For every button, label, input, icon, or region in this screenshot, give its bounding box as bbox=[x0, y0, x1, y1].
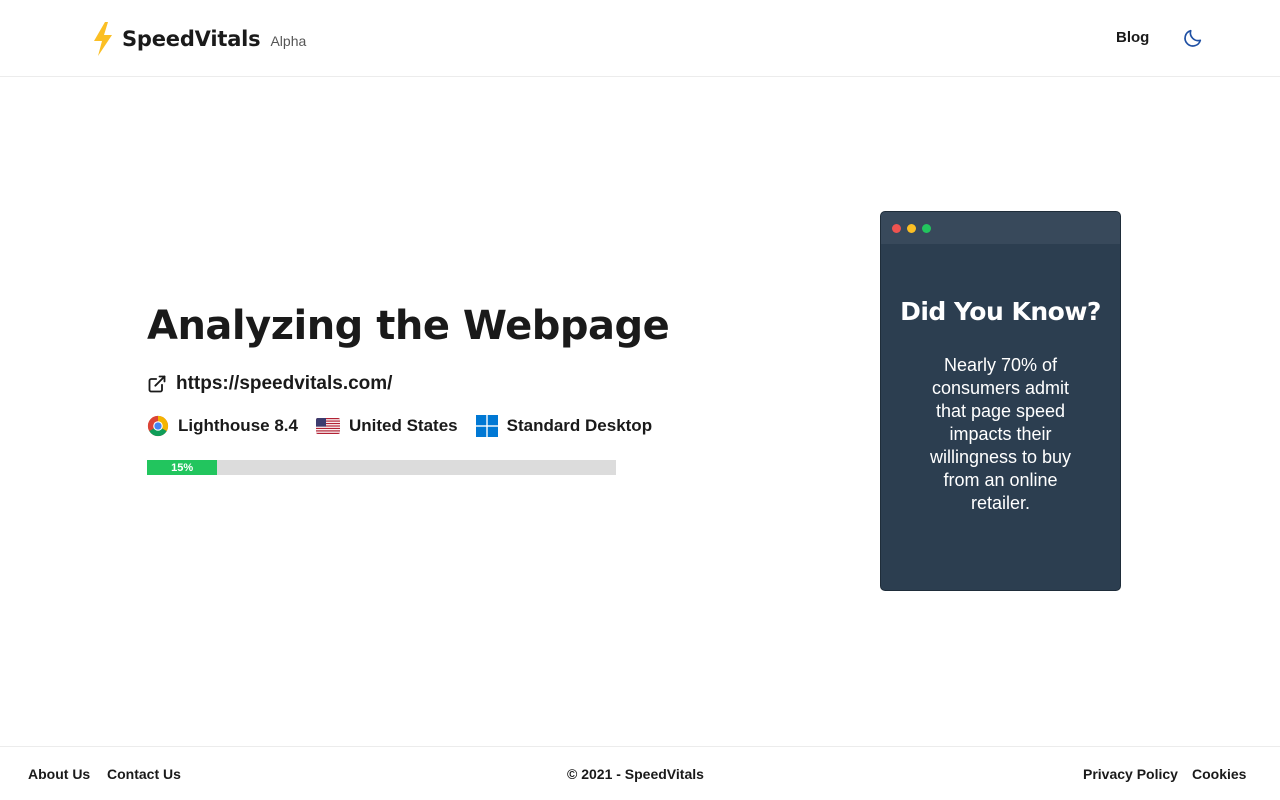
nav-blog-link[interactable]: Blog bbox=[1116, 29, 1149, 46]
lightning-bolt-icon bbox=[94, 22, 112, 56]
external-link-icon[interactable] bbox=[147, 374, 167, 394]
did-you-know-card: Did You Know? Nearly 70% of consumers ad… bbox=[880, 211, 1121, 591]
device-label: Standard Desktop bbox=[506, 416, 653, 435]
footer-contact-link[interactable]: Contact Us bbox=[107, 766, 181, 782]
card-window-bar bbox=[881, 212, 1120, 244]
site-header: SpeedVitals Alpha Blog bbox=[0, 0, 1280, 77]
url-row: https://speedvitals.com/ bbox=[147, 373, 392, 395]
test-config-row: Lighthouse 8.4 United States Standard De… bbox=[147, 415, 670, 437]
footer-privacy-link[interactable]: Privacy Policy bbox=[1083, 766, 1178, 782]
footer-cookies-link[interactable]: Cookies bbox=[1192, 766, 1246, 782]
lighthouse-version: Lighthouse 8.4 bbox=[147, 415, 298, 437]
page-title: Analyzing the Webpage bbox=[147, 303, 670, 349]
analyzed-url-link[interactable]: https://speedvitals.com/ bbox=[176, 373, 392, 395]
test-location: United States bbox=[315, 416, 458, 436]
brand-name: SpeedVitals bbox=[122, 27, 261, 51]
footer-about-link[interactable]: About Us bbox=[28, 766, 90, 782]
card-fact-text: Nearly 70% of consumers admit that page … bbox=[929, 355, 1072, 513]
window-dot-yellow bbox=[907, 223, 916, 233]
brand-tag: Alpha bbox=[270, 32, 307, 49]
analysis-progress-bar: 15% bbox=[147, 460, 616, 475]
chrome-icon bbox=[147, 415, 169, 437]
test-device: Standard Desktop bbox=[475, 415, 653, 437]
window-dot-red bbox=[892, 223, 901, 233]
lighthouse-label: Lighthouse 8.4 bbox=[178, 416, 298, 435]
site-footer: About Us Contact Us © 2021 - SpeedVitals… bbox=[0, 746, 1280, 800]
windows-icon bbox=[475, 415, 498, 437]
brand-logo-link[interactable]: SpeedVitals Alpha bbox=[92, 22, 306, 56]
progress-label: 15% bbox=[171, 461, 194, 474]
us-flag-icon bbox=[315, 418, 340, 434]
moon-icon[interactable] bbox=[1182, 27, 1204, 49]
progress-fill: 15% bbox=[147, 460, 218, 475]
location-label: United States bbox=[348, 416, 458, 435]
card-title: Did You Know? bbox=[900, 297, 1101, 326]
footer-copyright: © 2021 - SpeedVitals bbox=[567, 766, 704, 782]
window-dot-green bbox=[922, 223, 931, 233]
